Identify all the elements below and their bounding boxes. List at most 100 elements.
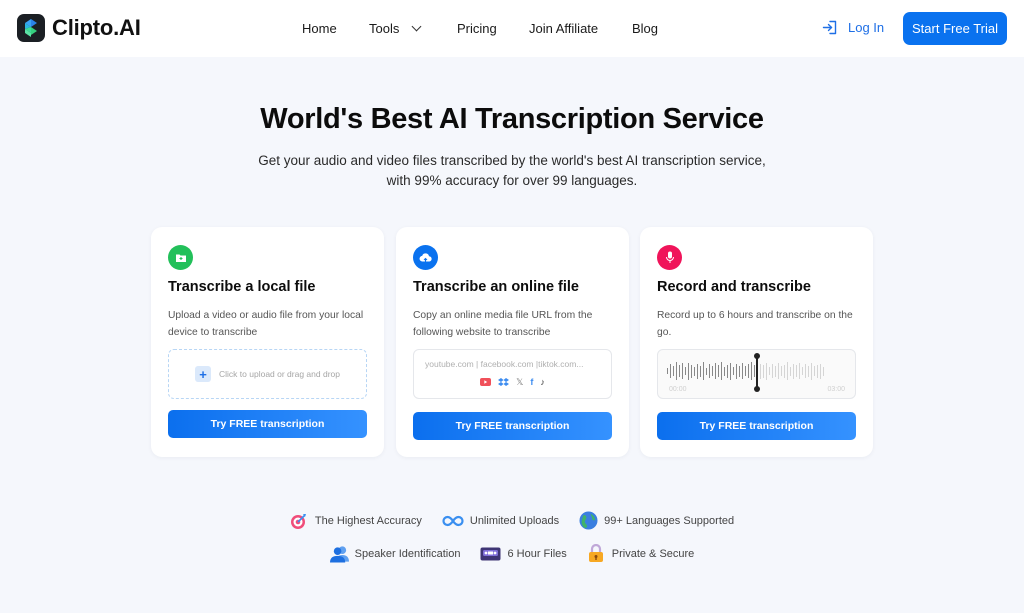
- x-twitter-icon: 𝕏: [516, 377, 524, 387]
- cloud-upload-icon: [413, 245, 438, 270]
- file-upload-dropzone[interactable]: + Click to upload or drag and drop: [168, 349, 367, 399]
- waveform-bar: [727, 364, 728, 378]
- nav-blog[interactable]: Blog: [632, 21, 658, 36]
- waveform-bar: [688, 362, 689, 380]
- login-label: Log In: [848, 20, 885, 35]
- feature-label: 6 Hour Files: [507, 547, 567, 560]
- top-navbar: Clipto.AI Home Tools Pricing Join Affili…: [0, 0, 1024, 57]
- waveform-bar: [772, 364, 773, 378]
- waveform-bar: [700, 365, 701, 377]
- feature-item: The Highest Accuracy: [290, 511, 422, 530]
- hero-subtitle-line1: Get your audio and video files transcrib…: [258, 153, 766, 168]
- clipto-logo-icon: [17, 14, 45, 42]
- waveform-bar: [817, 364, 818, 378]
- waveform-bar: [706, 367, 707, 375]
- audio-waveform[interactable]: 00:00 03:00: [657, 349, 856, 399]
- waveform-bar: [778, 363, 779, 379]
- waveform-bar: [760, 363, 761, 379]
- waveform-bar: [814, 366, 815, 376]
- try-free-transcription-button[interactable]: Try FREE transcription: [168, 410, 367, 438]
- upload-plus-icon: +: [195, 366, 212, 382]
- try-free-transcription-button[interactable]: Try FREE transcription: [413, 412, 612, 440]
- waveform-bar: [799, 363, 800, 379]
- feature-label: The Highest Accuracy: [314, 514, 422, 527]
- waveform-bar: [679, 365, 680, 377]
- feature-item: Speaker Identification: [329, 544, 461, 563]
- nav-tools-label: Tools: [369, 21, 400, 36]
- waveform-bar: [781, 366, 782, 376]
- waveform-bar: [712, 366, 713, 376]
- waveform-bar: [730, 362, 731, 380]
- waveform-bar: [721, 362, 722, 380]
- nav-home[interactable]: Home: [302, 21, 337, 36]
- card-title: Transcribe a local file: [168, 279, 316, 295]
- card-title: Transcribe an online file: [413, 279, 579, 295]
- waveform-bar: [715, 363, 716, 379]
- url-placeholder: youtube.com | facebook.com |tiktok.com..…: [425, 359, 584, 369]
- waveform-bar: [673, 366, 674, 376]
- youtube-icon: [480, 378, 492, 386]
- waveform-bar: [802, 367, 803, 375]
- folder-plus-icon: [168, 245, 193, 270]
- login-icon: [822, 20, 837, 35]
- nav-join-affiliate[interactable]: Join Affiliate: [529, 21, 598, 36]
- waveform-bar: [742, 363, 743, 379]
- speakers-icon: [329, 544, 349, 563]
- cassette-icon: [480, 544, 501, 563]
- waveform-bar: [691, 364, 692, 378]
- infinity-icon: [442, 511, 464, 530]
- waveform-bar: [748, 364, 749, 378]
- card-online-file: Transcribe an online file Copy an online…: [396, 227, 629, 457]
- waveform-bar: [724, 366, 725, 376]
- card-record: Record and transcribe Record up to 6 hou…: [640, 227, 873, 457]
- feature-item: 6 Hour Files: [480, 544, 567, 563]
- waveform-bar: [766, 362, 767, 380]
- feature-label: Speaker Identification: [354, 547, 461, 560]
- platform-icons: 𝕏 f ♪: [414, 377, 611, 387]
- login-link[interactable]: Log In: [822, 19, 884, 36]
- time-end: 03:00: [827, 386, 845, 393]
- brand-name: Clipto.AI: [52, 15, 141, 40]
- waveform-bar: [787, 362, 788, 380]
- target-icon: [290, 511, 309, 530]
- waveform-bar: [709, 364, 710, 378]
- waveform-bar: [670, 364, 671, 378]
- card-description: Record up to 6 hours and transcribe on t…: [657, 310, 853, 338]
- feature-label: 99+ Languages Supported: [604, 514, 735, 527]
- microphone-icon: [657, 245, 682, 270]
- try-free-transcription-button[interactable]: Try FREE transcription: [657, 412, 856, 440]
- waveform-bar: [784, 364, 785, 378]
- playhead-handle[interactable]: [754, 353, 760, 392]
- hero-subtitle-line2: with 99% accuracy for over 99 languages.: [386, 173, 638, 188]
- waveform-bar: [796, 365, 797, 377]
- waveform-bar: [805, 364, 806, 378]
- waveform-bar: [682, 363, 683, 379]
- feature-label: Unlimited Uploads: [469, 514, 560, 527]
- dropzone-text: Click to upload or drag and drop: [219, 369, 340, 379]
- waveform-bar: [736, 363, 737, 379]
- waveform-bar: [811, 362, 812, 380]
- brand-logo[interactable]: Clipto.AI: [17, 14, 141, 42]
- waveform-bar: [751, 362, 752, 380]
- waveform-bar: [808, 365, 809, 377]
- nav-pricing[interactable]: Pricing: [457, 21, 497, 36]
- nav-tools[interactable]: Tools: [369, 21, 422, 36]
- facebook-icon: f: [530, 377, 534, 387]
- media-url-input[interactable]: youtube.com | facebook.com |tiktok.com..…: [413, 349, 612, 399]
- dropbox-icon: [498, 377, 510, 386]
- card-title: Record and transcribe: [657, 279, 811, 295]
- waveform-bar: [733, 367, 734, 375]
- waveform-bar: [820, 363, 821, 379]
- waveform-bar: [763, 364, 764, 378]
- globe-icon: [579, 511, 598, 530]
- start-free-trial-button[interactable]: Start Free Trial: [903, 12, 1007, 45]
- feature-label: Private & Secure: [611, 547, 695, 560]
- waveform-bar: [790, 366, 791, 376]
- waveform-bar: [694, 366, 695, 376]
- waveform-bar: [769, 367, 770, 375]
- waveform-bar: [775, 365, 776, 377]
- waveform-bar: [685, 367, 686, 375]
- waveform-bar: [667, 368, 668, 374]
- waveform-bar: [676, 362, 677, 380]
- waveform-bar: [703, 362, 704, 380]
